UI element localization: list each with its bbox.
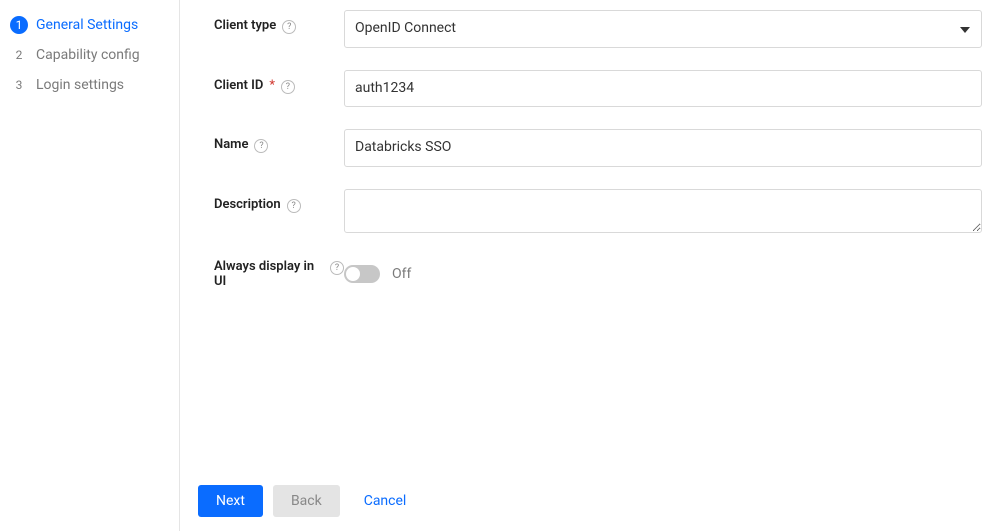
help-icon[interactable]: ? xyxy=(281,80,295,94)
always-display-toggle[interactable] xyxy=(344,265,380,283)
step-capability-config[interactable]: 2 Capability config xyxy=(0,40,179,70)
wizard-footer: Next Back Cancel xyxy=(198,485,420,517)
step-badge: 2 xyxy=(10,46,28,64)
step-label: General Settings xyxy=(36,17,138,33)
step-badge: 3 xyxy=(10,76,28,94)
toggle-thumb xyxy=(346,267,360,281)
back-button[interactable]: Back xyxy=(273,485,340,517)
client-type-select[interactable]: OpenID Connect xyxy=(344,10,982,48)
help-icon[interactable]: ? xyxy=(287,199,301,213)
step-login-settings[interactable]: 3 Login settings xyxy=(0,70,179,100)
client-id-input[interactable] xyxy=(344,70,982,108)
cancel-button[interactable]: Cancel xyxy=(350,485,421,517)
next-button[interactable]: Next xyxy=(198,485,263,517)
help-icon[interactable]: ? xyxy=(254,139,268,153)
name-input[interactable] xyxy=(344,129,982,167)
step-label: Capability config xyxy=(36,47,140,63)
step-label: Login settings xyxy=(36,77,124,93)
step-badge: 1 xyxy=(10,16,28,34)
always-display-label: Always display in UI ? xyxy=(214,259,344,289)
step-general-settings[interactable]: 1 General Settings xyxy=(0,10,179,40)
description-label: Description ? xyxy=(214,189,344,213)
client-id-label: Client ID * ? xyxy=(214,70,344,94)
form-panel: Client type ? OpenID Connect Client ID *… xyxy=(180,0,1000,531)
wizard-sidebar: 1 General Settings 2 Capability config 3… xyxy=(0,0,180,531)
description-textarea[interactable] xyxy=(344,189,982,233)
required-indicator: * xyxy=(269,78,275,93)
help-icon[interactable]: ? xyxy=(282,20,296,34)
help-icon[interactable]: ? xyxy=(330,261,344,275)
client-type-label: Client type ? xyxy=(214,10,344,34)
name-label: Name ? xyxy=(214,129,344,153)
toggle-state-label: Off xyxy=(392,266,411,282)
